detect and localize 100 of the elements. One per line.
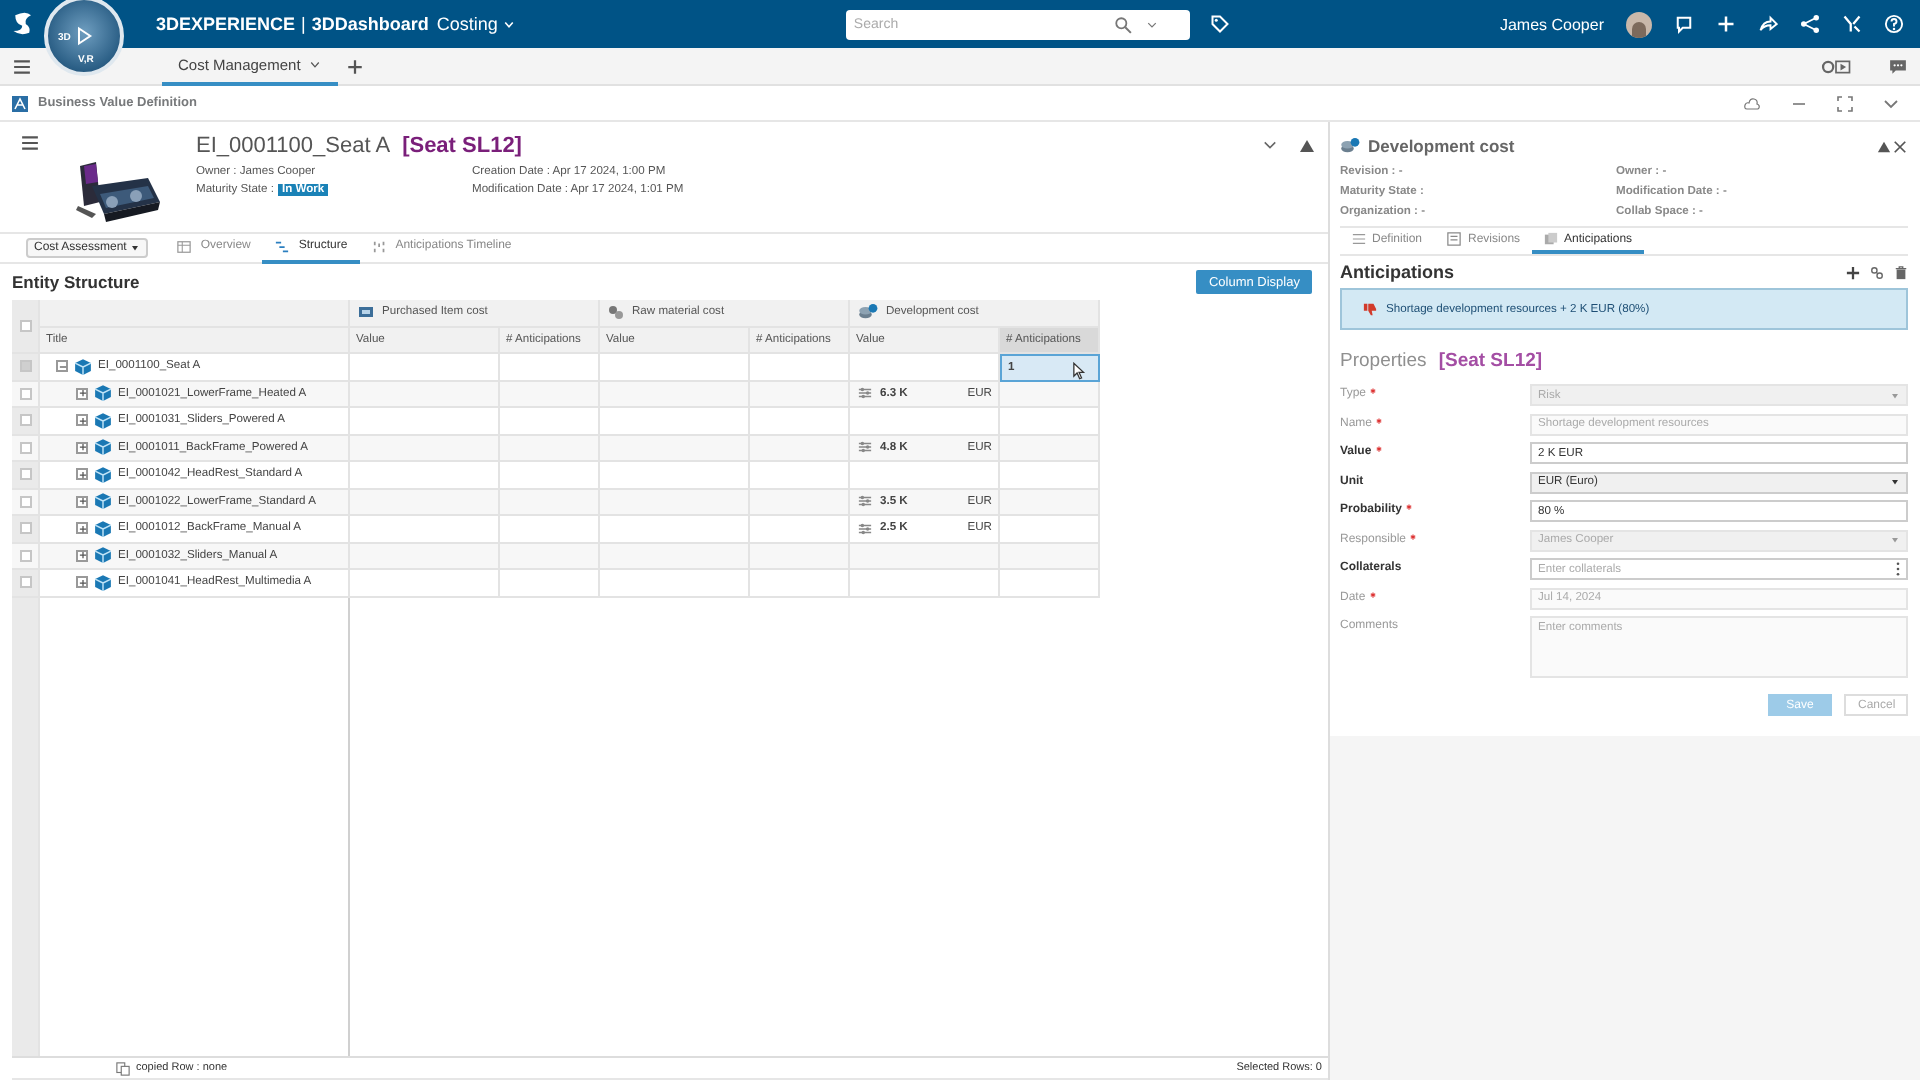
row-checkbox[interactable] [19,495,31,508]
chevron-down-icon[interactable] [1882,95,1900,111]
material-icon [608,304,624,321]
expand-toggle[interactable] [76,522,88,535]
grid-icon [176,239,193,253]
table-cell[interactable] [1000,543,1100,570]
tree-icon [274,239,291,253]
cube-icon [94,519,112,538]
cube-icon [94,438,112,457]
tools-icon[interactable] [1842,14,1862,34]
help-icon[interactable] [1884,14,1904,34]
properties-title: Properties [1340,350,1427,372]
table-cell[interactable] [1000,435,1100,462]
link-icon[interactable] [1870,265,1884,279]
app-name: 3DDashboard [311,14,429,34]
caret-icon [130,244,141,252]
cube-icon [94,465,112,484]
row-checkbox[interactable] [19,468,31,481]
table-cell [500,489,600,516]
chevron-down-icon [1145,19,1158,29]
chevron-down-icon [501,19,516,29]
row-checkbox[interactable] [19,522,31,535]
menu-icon[interactable] [12,57,32,75]
expand-toggle[interactable] [76,387,88,400]
tag-icon[interactable] [1209,14,1230,34]
object-title: EI_0001100_Seat A [196,134,391,158]
chat-bubble-icon[interactable] [1674,14,1694,34]
cloud-icon[interactable] [1742,95,1762,111]
table-cell [750,543,850,570]
collapse-toggle[interactable] [56,360,68,373]
chevron-down-icon[interactable] [1262,138,1278,152]
section-title: Anticipations [1340,262,1455,282]
expand-toggle[interactable] [76,549,88,562]
cube-icon [94,411,112,430]
row-checkbox[interactable] [19,549,31,562]
copy-icon [116,1061,130,1075]
expand-toggle[interactable] [76,441,88,454]
collapse-triangle-icon[interactable] [1876,139,1892,153]
cart-icon [358,304,374,321]
thumbs-down-icon [1362,302,1378,316]
select-all-checkbox[interactable] [19,320,31,332]
table-cell[interactable] [1000,489,1100,516]
caret-icon [1890,391,1900,399]
table-cell[interactable] [1000,381,1100,408]
separator: | [301,14,306,34]
row-checkbox[interactable] [19,360,31,373]
avatar-icon[interactable] [1626,11,1652,37]
row-checkbox[interactable] [19,441,31,454]
fullscreen-icon[interactable] [1836,95,1854,111]
timeline-icon [371,239,388,253]
revisions-icon [1446,232,1463,246]
sliders-icon [856,494,874,509]
expand-toggle[interactable] [76,576,88,589]
sliders-icon [856,440,874,455]
cube-icon [94,384,112,403]
plus-icon[interactable] [1846,265,1860,279]
cube-icon [94,546,112,565]
trash-icon[interactable] [1894,265,1908,279]
share-icon[interactable] [1800,14,1820,34]
table-cell [500,543,600,570]
app-icon [12,95,28,111]
coins-icon [858,302,878,323]
caret-icon [1890,536,1900,544]
table-cell [750,570,850,597]
expand-toggle[interactable] [76,495,88,508]
comment-icon[interactable] [1888,57,1908,75]
sliders-icon [856,386,874,401]
cube-icon [94,573,112,592]
sliders-icon [856,521,874,536]
play-icon [74,26,94,46]
anticipations-icon [1544,232,1559,246]
coins-icon [1340,136,1360,156]
dashboard-menu[interactable]: Costing [436,14,516,34]
section-title: Entity Structure [12,272,140,292]
row-checkbox[interactable] [19,576,31,589]
table-cell [500,435,600,462]
table-cell [500,381,600,408]
search-icon [1113,15,1132,33]
cube-icon [74,357,92,376]
add-tab-icon[interactable] [346,57,365,75]
expand-toggle[interactable] [76,468,88,481]
expand-toggle[interactable] [76,414,88,427]
caret-icon [1890,478,1900,486]
close-icon[interactable] [1892,139,1908,153]
user-name[interactable]: James Cooper [1499,15,1604,33]
chevron-down-icon [308,59,323,69]
collapse-triangle-icon[interactable] [1298,138,1316,154]
cube-icon [94,492,112,511]
row-checkbox[interactable] [19,387,31,400]
table-cell [500,570,600,597]
table-cell[interactable] [1000,570,1100,597]
panel-title: Development cost [1368,136,1515,156]
brand-name: 3DEXPERIENCE [156,14,296,34]
share-arrow-icon[interactable] [1758,14,1778,34]
properties-tag: [Seat SL12] [1438,350,1543,372]
menu-icon[interactable] [20,134,40,152]
video-icon[interactable] [1820,57,1852,75]
row-checkbox[interactable] [19,414,31,427]
settings-icon [1352,232,1366,246]
cursor-icon [1072,362,1086,380]
